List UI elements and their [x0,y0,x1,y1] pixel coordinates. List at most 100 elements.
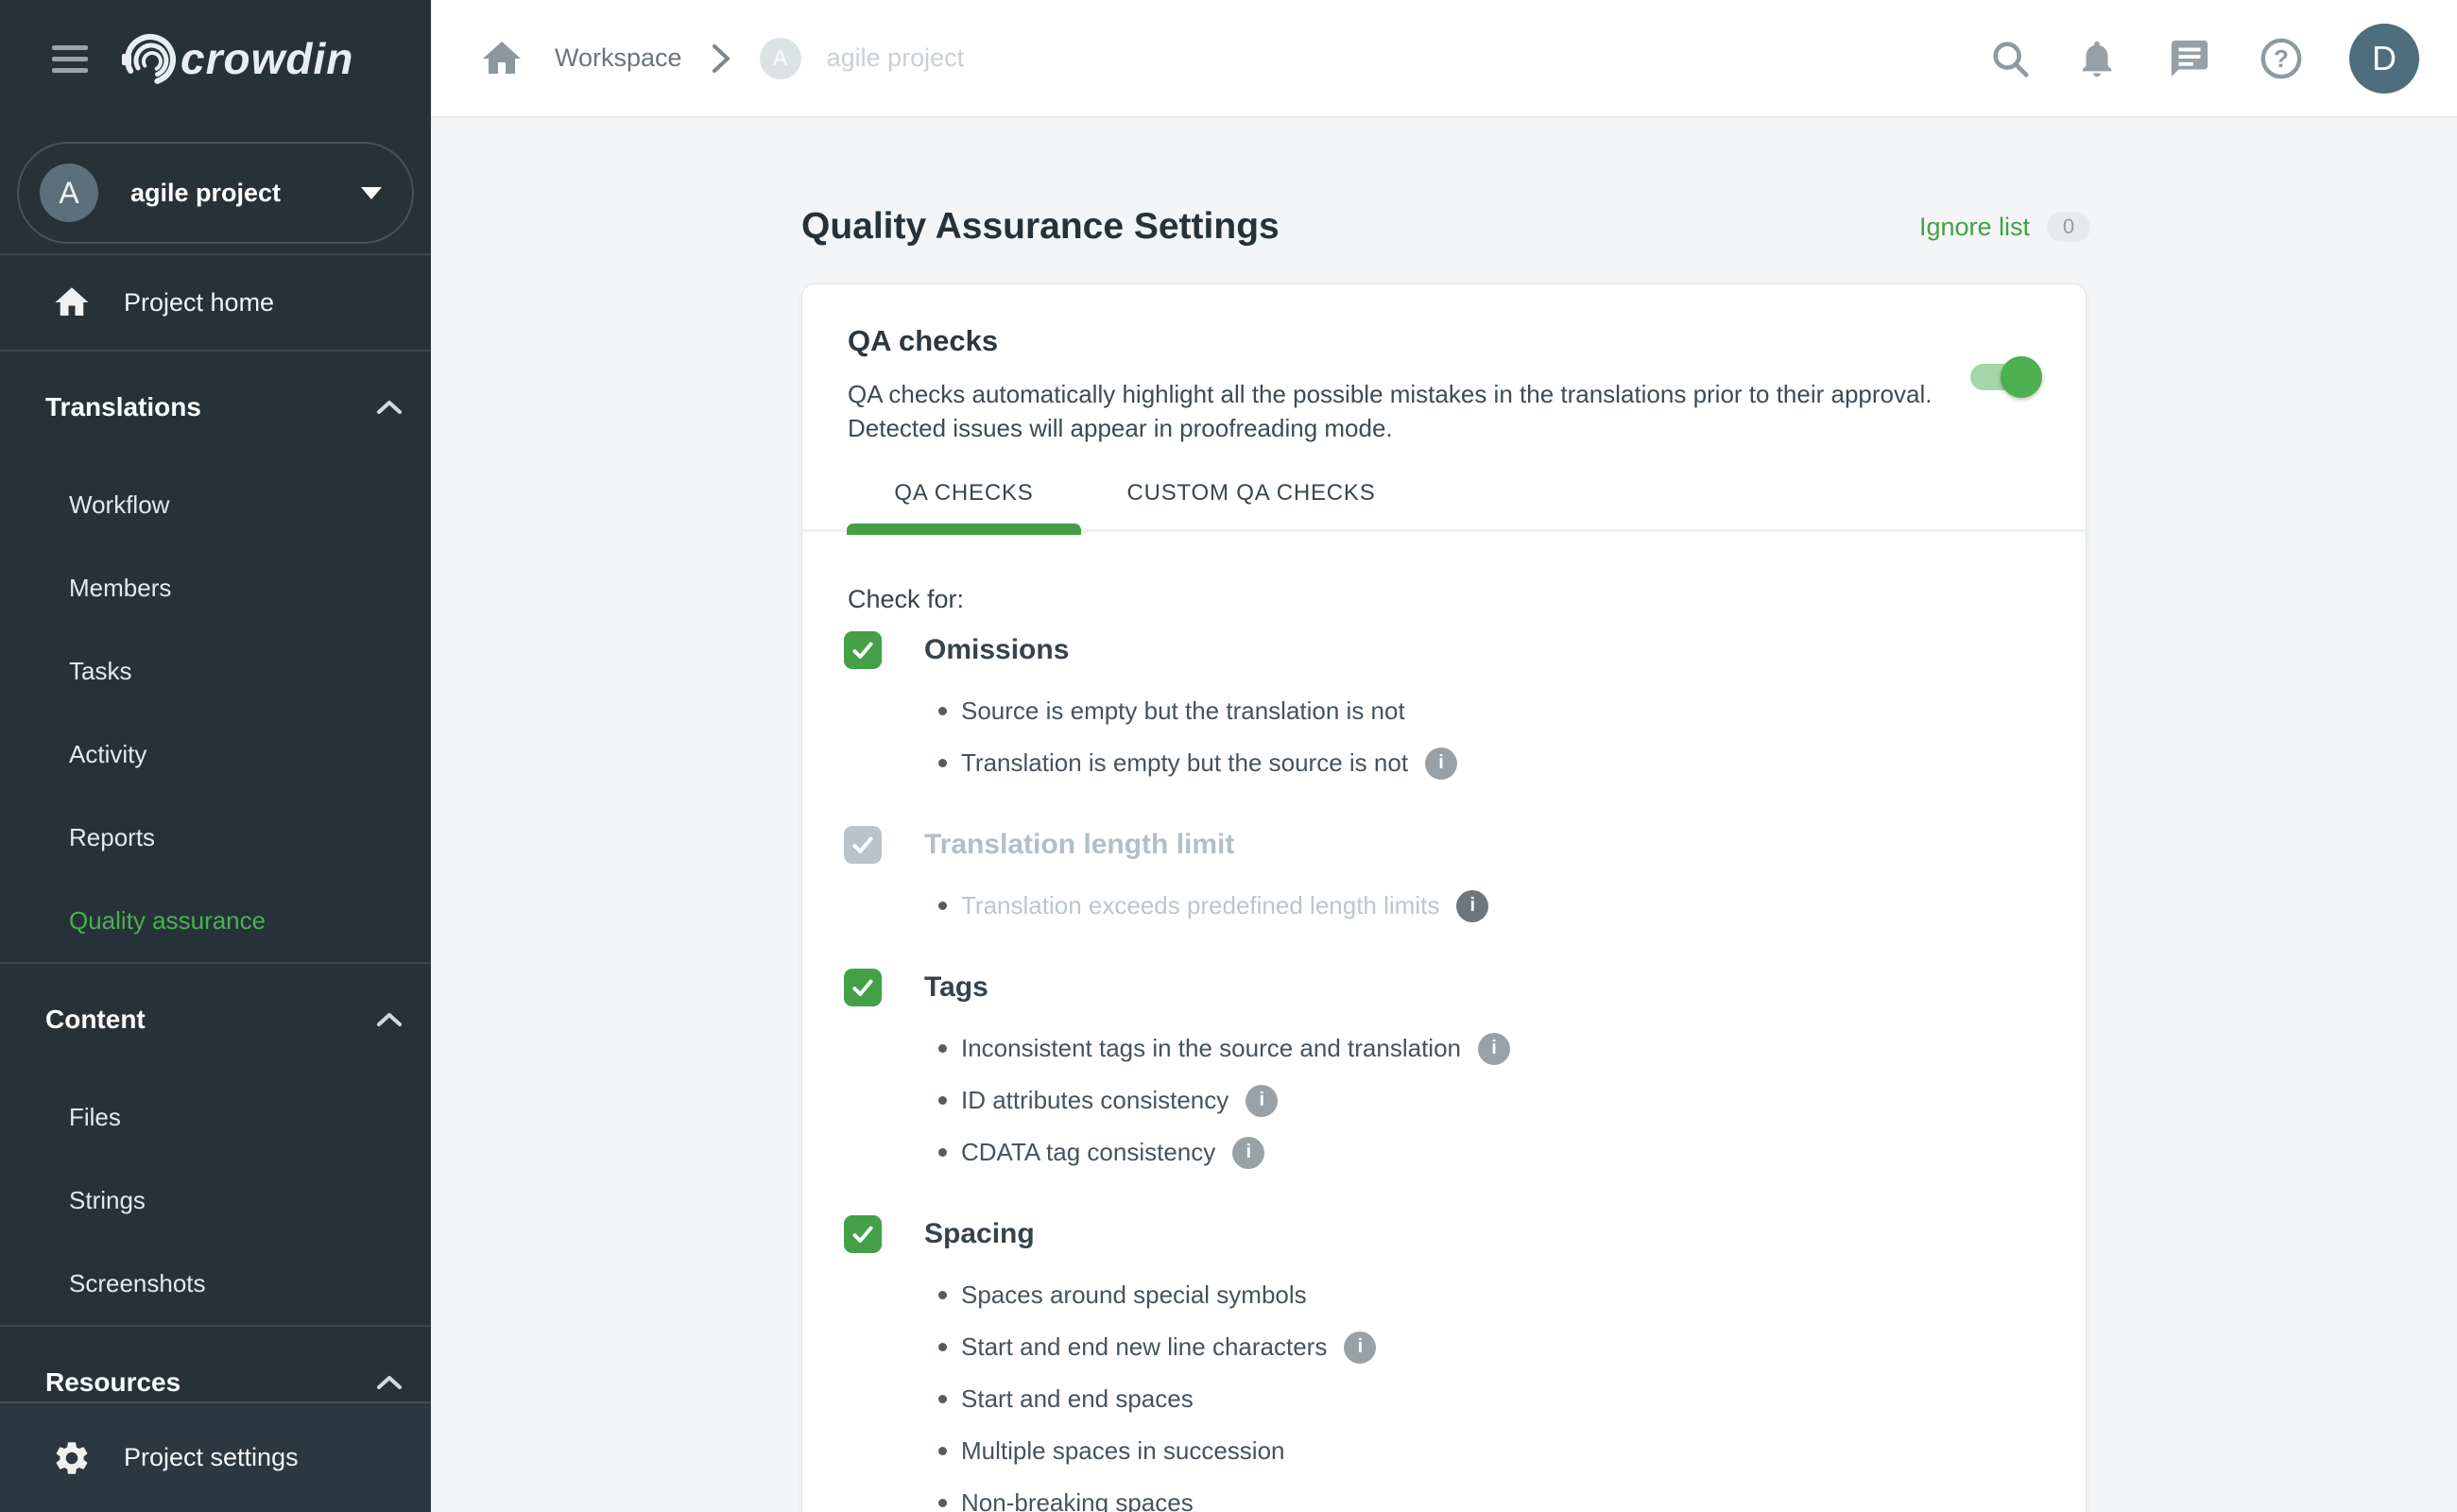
qa-card-header: QA checks QA checks automatically highli… [802,284,2086,532]
qa-check-rule: Multiple spaces in succession [844,1425,2040,1477]
sidebar-section: Content FilesStringsScreenshots [0,962,431,1325]
toggle-knob [2001,356,2042,398]
breadcrumb-project-avatar: A [760,38,801,79]
info-icon[interactable]: i [1456,890,1488,922]
info-icon[interactable]: i [1425,747,1457,780]
group-bullets: Inconsistent tags in the source and tran… [844,1022,2040,1178]
bullet-dot [938,902,947,910]
qa-check-group: Translation length limit Translation exc… [844,817,2040,932]
rule-text: Start and end spaces [961,1384,1194,1414]
rule-text: Source is empty but the translation is n… [961,696,1405,726]
gear-icon [52,1438,92,1478]
rule-text: Multiple spaces in succession [961,1436,1285,1466]
topbar: Workspace A agile project [431,0,2457,118]
hamburger-menu-icon[interactable] [52,45,88,73]
sidebar-item-activity[interactable]: Activity [0,713,431,796]
home-icon [479,36,524,81]
qa-check-rule: Translation exceeds predefined length li… [844,880,2040,932]
bullet-dot [938,1447,947,1455]
user-avatar[interactable]: D [2349,24,2419,94]
group-bullets: Spaces around special symbols Start and e… [844,1269,2040,1512]
qa-checks-heading: QA checks [848,324,998,358]
checkbox-checked[interactable] [844,969,882,1006]
home-icon [52,283,92,322]
sidebar-item-project-home[interactable]: Project home [0,255,431,350]
checkbox-checked[interactable] [844,1215,882,1253]
chevron-up-icon [376,399,403,416]
notifications-bell-icon[interactable] [2075,37,2119,80]
tab-custom-qa-checks[interactable]: CUSTOM QA CHECKS [1089,455,1414,532]
qa-checks-toggle[interactable] [1970,364,2036,390]
sidebar-header: crowdin [0,0,431,118]
help-icon[interactable]: ? [2259,36,2304,81]
chevron-right-icon [711,43,731,75]
check-for-label: Check for: [848,585,964,614]
chevron-down-icon [361,187,382,199]
info-icon[interactable]: i [1478,1033,1510,1065]
qa-tabs: QA CHECKSCUSTOM QA CHECKS [847,455,1414,532]
ignore-list-count-badge: 0 [2047,212,2090,242]
rule-text: Non-breaking spaces [961,1488,1194,1512]
section-label: Translations [45,392,201,422]
chevron-up-icon [376,1011,403,1028]
sidebar-item-label: Project home [124,288,274,318]
group-title: Omissions [924,634,1069,666]
bullet-dot [938,1499,947,1507]
qa-check-group: Tags Inconsistent tags in the source and… [844,960,2040,1178]
rule-text: Translation exceeds predefined length li… [961,891,1439,920]
rule-text: Spaces around special symbols [961,1280,1307,1310]
sidebar-sections: Translations WorkflowMembersTasksActivit… [0,350,431,1438]
bullet-dot [938,759,947,767]
breadcrumb-workspace-link[interactable]: Workspace [555,43,682,73]
qa-check-rule: Start and end spaces [844,1373,2040,1425]
project-avatar: A [40,163,98,222]
logo-text: crowdin [180,34,353,83]
bullet-dot [938,707,947,715]
checkbox-checked[interactable] [844,826,882,864]
group-title-row: Spacing [844,1207,2040,1262]
search-icon[interactable] [1988,37,2032,80]
qa-check-group: Spacing Spaces around special symbols Sta… [844,1207,2040,1512]
project-selector[interactable]: A agile project [17,142,414,244]
info-icon[interactable]: i [1232,1137,1264,1169]
sidebar-section-header[interactable]: Content [0,964,431,1075]
sidebar-item-workflow[interactable]: Workflow [0,463,431,546]
qa-check-rule: Spaces around special symbols [844,1269,2040,1321]
ignore-list-link[interactable]: Ignore list [1919,213,2030,242]
qa-check-rule: Translation is empty but the source is n… [844,737,2040,789]
sidebar-item-reports[interactable]: Reports [0,796,431,879]
checkbox-checked[interactable] [844,631,882,669]
sidebar-item-files[interactable]: Files [0,1075,431,1159]
info-icon[interactable]: i [1246,1085,1278,1117]
crowdin-logo[interactable]: crowdin [120,29,393,90]
bullet-dot [938,1343,947,1351]
section-label: Resources [45,1367,180,1398]
sidebar-item-screenshots[interactable]: Screenshots [0,1242,431,1325]
messages-chat-icon[interactable] [2168,37,2211,80]
rule-text: Start and end new line characters [961,1332,1327,1362]
qa-checks-card: QA checks QA checks automatically highli… [801,284,2087,1512]
tab-qa-checks[interactable]: QA CHECKS [847,455,1081,532]
qa-check-rule: ID attributes consistencyi [844,1074,2040,1126]
breadcrumb-home-button[interactable] [479,36,524,81]
qa-check-group: Omissions Source is empty but the transl… [844,623,2040,789]
bullet-dot [938,1148,947,1157]
sidebar-section-items: FilesStringsScreenshots [0,1075,431,1325]
sidebar-item-quality-assurance[interactable]: Quality assurance [0,879,431,962]
sidebar-section-items: WorkflowMembersTasksActivityReportsQuali… [0,463,431,962]
ignore-list: Ignore list 0 [1919,212,2090,242]
sidebar-item-strings[interactable]: Strings [0,1159,431,1242]
info-icon[interactable]: i [1344,1332,1376,1364]
sidebar-item-tasks[interactable]: Tasks [0,629,431,713]
bullet-dot [938,1291,947,1299]
rule-text: Translation is empty but the source is n… [961,748,1408,778]
sidebar-item-members[interactable]: Members [0,546,431,629]
qa-check-rule: Inconsistent tags in the source and tran… [844,1022,2040,1074]
sidebar-section-header[interactable]: Translations [0,352,431,463]
sidebar-item-project-settings[interactable]: Project settings [0,1401,431,1512]
chevron-up-icon [376,1374,403,1391]
qa-check-rule: CDATA tag consistency i [844,1126,2040,1178]
group-title: Tags [924,971,988,1004]
rule-text: CDATA tag consistency [961,1138,1215,1167]
qa-check-rule: Source is empty but the translation is n… [844,685,2040,737]
